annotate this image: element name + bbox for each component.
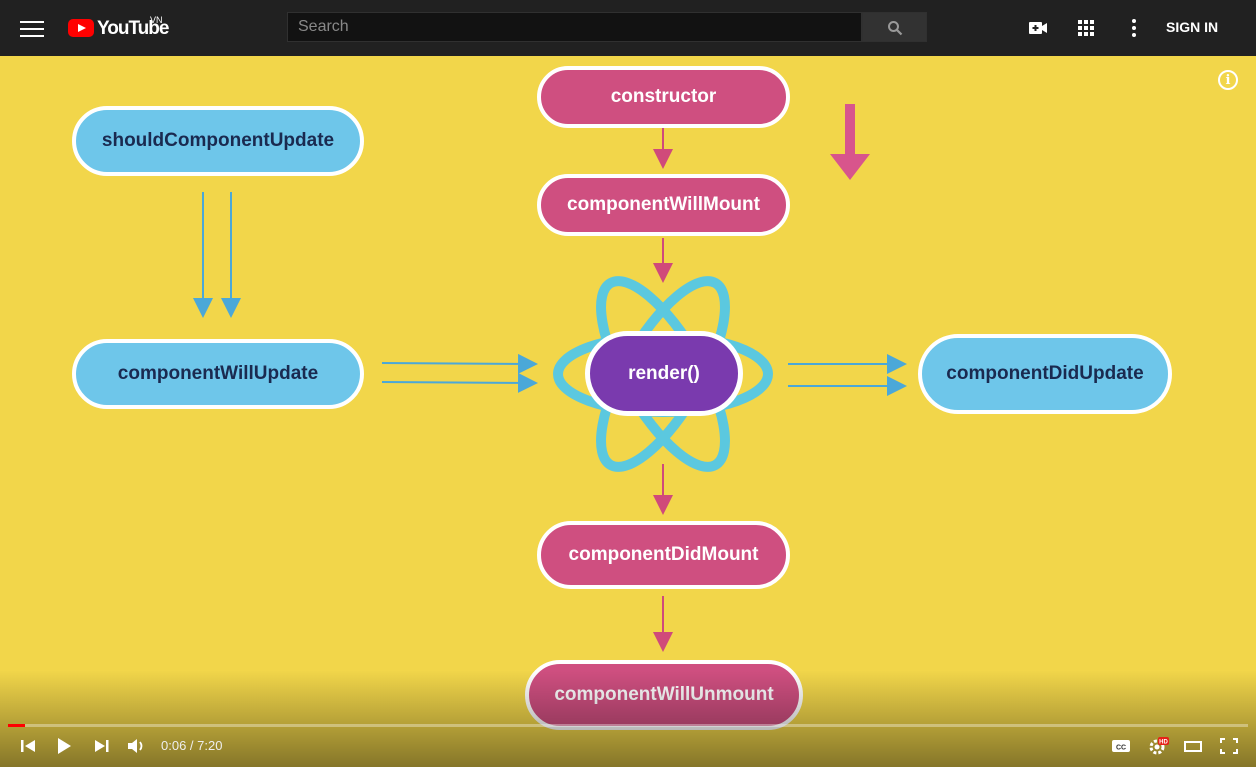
search-input[interactable] [288,13,861,41]
youtube-play-logo-icon [68,19,94,37]
theater-mode-icon[interactable] [1182,736,1204,756]
time-separator: / [186,738,198,753]
node-should-component-update: shouldComponentUpdate [72,106,364,176]
arrow-will-update-to-render-2 [381,372,538,393]
time-display: 0:06 / 7:20 [161,738,222,753]
node-component-did-mount: componentDidMount [537,521,790,589]
more-vertical-icon[interactable] [1122,16,1146,40]
next-icon[interactable] [91,736,113,756]
info-icon[interactable]: i [1218,70,1238,90]
volume-icon[interactable] [125,736,147,756]
arrow-will-update-to-render-1 [381,353,538,374]
node-component-will-update: componentWillUpdate [72,339,364,409]
masthead: YouTube VN SIGN IN [0,0,1256,56]
fullscreen-icon[interactable] [1218,736,1240,756]
play-icon[interactable] [53,736,75,756]
progress-bar[interactable] [8,724,1248,727]
down-arrow-icon [830,104,870,180]
video-frame[interactable]: constructor componentWillMount render() … [0,56,1256,767]
menu-icon[interactable] [20,18,44,38]
video-camera-plus-icon[interactable] [1026,16,1050,40]
previous-icon[interactable] [17,736,39,756]
node-component-did-update: componentDidUpdate [918,334,1172,414]
hd-badge: HD [1159,740,1168,746]
settings-icon[interactable]: HD [1147,736,1169,756]
node-render: render() [585,331,743,416]
node-constructor: constructor [537,66,790,128]
sign-in-button[interactable]: SIGN IN [1166,19,1218,35]
apps-grid-icon[interactable] [1074,16,1098,40]
search-box[interactable] [287,12,862,42]
search-button[interactable] [862,12,927,42]
search-icon [888,21,903,36]
subtitles-icon[interactable]: CC [1110,736,1132,756]
region-code: VN [150,15,163,25]
duration: 7:20 [197,738,223,753]
node-component-will-mount: componentWillMount [537,174,790,236]
progress-played [8,724,26,727]
svg-text:CC: CC [1116,745,1126,752]
current-time: 0:06 [161,738,187,753]
